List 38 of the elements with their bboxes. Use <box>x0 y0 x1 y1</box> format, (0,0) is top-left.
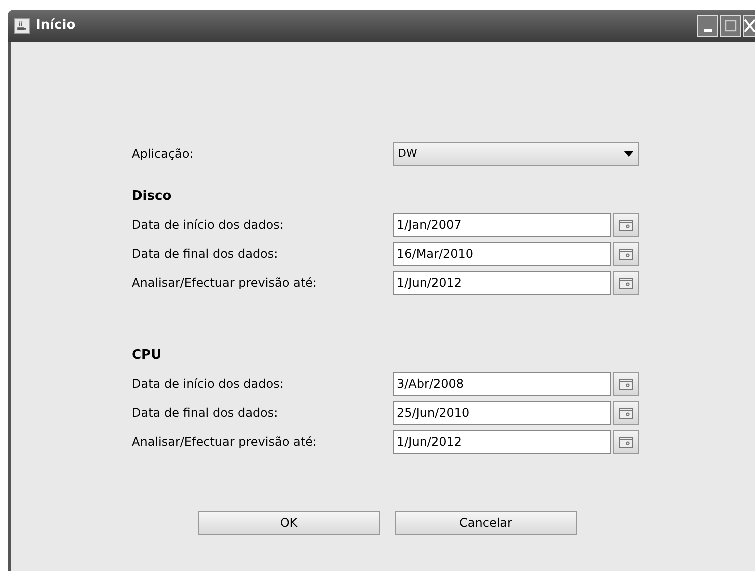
calendar-button[interactable] <box>613 430 639 454</box>
calendar-button[interactable] <box>613 242 639 266</box>
field-label: Data de início dos dados: <box>132 376 285 393</box>
date-field[interactable]: 1/Jun/2012 <box>393 271 611 295</box>
calendar-icon <box>619 248 633 260</box>
calendar-button[interactable] <box>613 213 639 237</box>
calendar-icon <box>619 278 633 288</box>
cancel-button[interactable]: Cancelar <box>395 511 577 535</box>
calendar-button[interactable] <box>613 271 639 295</box>
field-label: Data de final dos dados: <box>132 405 280 422</box>
close-icon <box>744 19 755 33</box>
field-label: Analisar/Efectuar previsão até: <box>132 434 318 451</box>
calendar-button[interactable] <box>613 401 639 425</box>
calendar-icon <box>619 220 633 230</box>
section-heading: CPU <box>132 347 163 366</box>
field-label: Aplicação: <box>132 146 195 163</box>
close-button[interactable] <box>743 15 755 37</box>
date-field[interactable]: 1/Jun/2012 <box>393 430 611 454</box>
date-field[interactable]: 16/Mar/2010 <box>393 242 611 266</box>
application-dropdown[interactable]: DW <box>393 142 639 166</box>
calendar-button[interactable] <box>613 372 639 396</box>
window-title: Início <box>36 17 76 36</box>
calendar-icon <box>619 378 633 390</box>
calendar-icon <box>619 436 633 448</box>
date-field[interactable]: 25/Jun/2010 <box>393 401 611 425</box>
maximize-icon <box>724 20 736 32</box>
field-label: Data de início dos dados: <box>132 217 285 234</box>
minimize-icon <box>704 29 712 32</box>
maximize-button[interactable] <box>720 15 741 37</box>
calendar-icon <box>619 408 633 418</box>
field-label: Data de final dos dados: <box>132 246 280 263</box>
date-field[interactable]: 1/Jan/2007 <box>393 213 611 237</box>
date-field[interactable]: 3/Abr/2008 <box>393 372 611 396</box>
dropdown-arrow-icon <box>624 151 634 157</box>
section-heading: Disco <box>132 188 173 206</box>
ok-button[interactable]: OK <box>198 511 380 535</box>
minimize-button[interactable] <box>697 15 718 37</box>
field-label: Analisar/Efectuar previsão até: <box>132 275 318 292</box>
